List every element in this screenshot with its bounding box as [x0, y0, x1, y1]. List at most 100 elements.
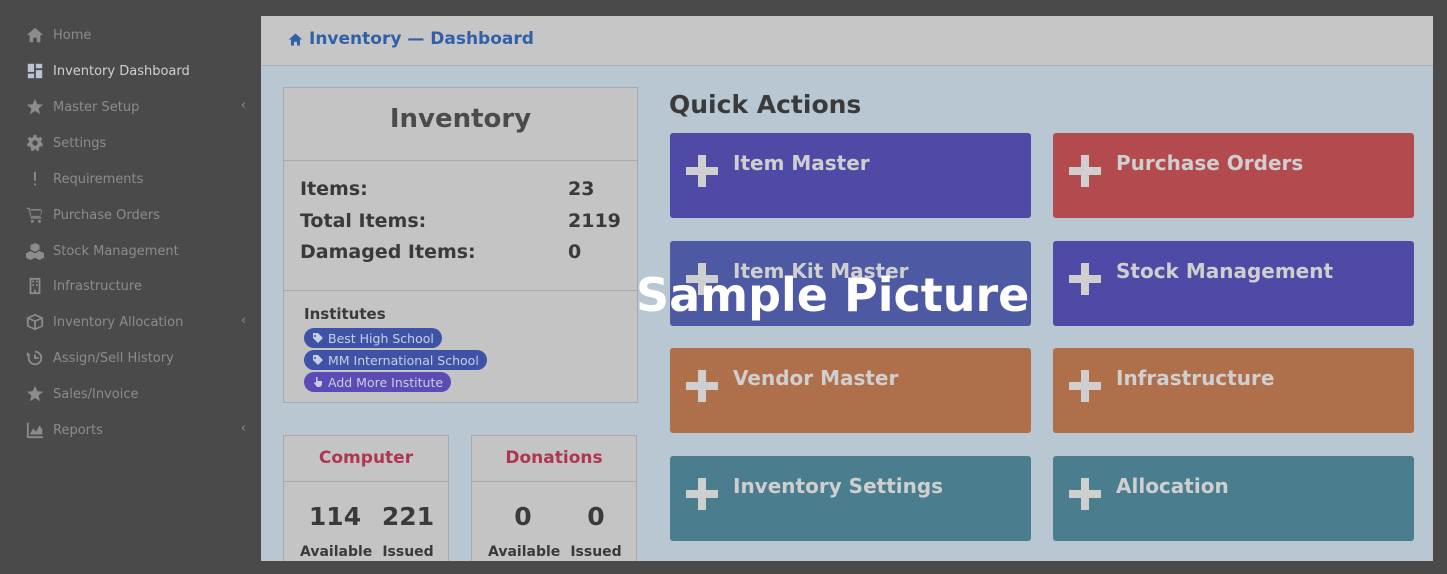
inventory-summary-card: Inventory Items: 23 Total Items: 2119 Da… — [283, 87, 638, 403]
breadcrumb[interactable]: Inventory — Dashboard — [288, 29, 534, 49]
tag-icon — [312, 332, 324, 344]
institute-tag-label: MM International School — [328, 352, 479, 368]
available-count: 114 — [308, 502, 362, 531]
stat-label: Total Items: — [300, 210, 427, 232]
sidebar-item-label: Inventory Allocation — [53, 314, 184, 330]
available-count: 0 — [514, 502, 532, 531]
quick-action-label: Item Master — [733, 151, 870, 175]
stat-label: Damaged Items: — [300, 241, 476, 263]
computer-card: Computer 114 221 Available Issued — [283, 435, 449, 561]
breadcrumb-text: Inventory — Dashboard — [309, 29, 534, 49]
sidebar-item-label: Stock Management — [53, 243, 179, 259]
exclamation-icon — [24, 169, 46, 189]
star-icon — [24, 97, 46, 117]
institutes-section: Institutes Best High School MM Internati… — [284, 290, 637, 403]
history-icon — [24, 348, 46, 368]
available-label: Available — [300, 544, 373, 560]
cubes-icon — [24, 241, 46, 261]
sidebar-item-label: Infrastructure — [53, 278, 142, 294]
home-icon — [288, 32, 303, 47]
mini-card-title: Donations — [472, 436, 636, 482]
chart-icon — [24, 420, 46, 440]
stat-row-damaged-items: Damaged Items: 0 — [300, 241, 620, 263]
sidebar-item-purchase-orders[interactable]: Purchase Orders — [24, 203, 252, 227]
sidebar-item-label: Purchase Orders — [53, 207, 160, 223]
stat-value: 2119 — [568, 210, 621, 232]
chevron-left-icon[interactable]: ‹ — [241, 421, 246, 436]
issued-label: Issued — [382, 544, 434, 560]
institute-tag-label: Best High School — [328, 330, 434, 346]
quick-action-label: Stock Management — [1116, 259, 1334, 283]
sidebar-item-requirements[interactable]: Requirements — [24, 167, 252, 191]
quick-action-label: Allocation — [1116, 474, 1229, 498]
institute-tag[interactable]: MM International School — [304, 350, 487, 370]
add-more-institute-button[interactable]: Add More Institute — [304, 372, 452, 392]
box-icon — [24, 312, 46, 332]
plus-icon — [686, 155, 718, 187]
plus-icon — [1069, 370, 1101, 402]
available-label: Available — [488, 544, 561, 560]
sidebar-item-infrastructure[interactable]: Infrastructure — [24, 274, 252, 298]
chevron-left-icon[interactable]: ‹ — [241, 313, 246, 328]
inventory-settings-button[interactable]: Inventory Settings — [670, 456, 1031, 541]
stat-value: 23 — [568, 178, 595, 200]
mini-card-title: Computer — [284, 436, 448, 482]
hand-pointer-icon — [312, 376, 324, 388]
sidebar-item-label: Master Setup — [53, 99, 140, 115]
stat-row-items: Items: 23 — [300, 178, 620, 200]
sidebar-item-label: Settings — [53, 135, 107, 151]
building-icon — [24, 276, 46, 296]
quick-actions-title: Quick Actions — [669, 90, 862, 119]
sidebar-item-settings[interactable]: Settings — [24, 131, 252, 155]
plus-icon — [686, 478, 718, 510]
sidebar-item-assign-sell-history[interactable]: Assign/Sell History — [24, 346, 252, 370]
vendor-master-button[interactable]: Vendor Master — [670, 348, 1031, 433]
stat-row-total-items: Total Items: 2119 — [300, 210, 621, 232]
sidebar-item-home[interactable]: Home — [24, 23, 252, 47]
institutes-label: Institutes — [304, 305, 386, 323]
stock-management-button[interactable]: Stock Management — [1053, 241, 1414, 326]
tag-icon — [312, 354, 324, 366]
gear-icon — [24, 133, 46, 153]
stat-label: Items: — [300, 178, 368, 200]
sidebar-item-label: Requirements — [53, 171, 144, 187]
chevron-left-icon[interactable]: ‹ — [241, 98, 246, 113]
issued-label: Issued — [570, 544, 622, 560]
institute-tag[interactable]: Best High School — [304, 328, 442, 348]
infrastructure-button[interactable]: Infrastructure — [1053, 348, 1414, 433]
sidebar-item-master-setup[interactable]: Master Setup ‹ — [24, 95, 252, 119]
allocation-button[interactable]: Allocation — [1053, 456, 1414, 541]
quick-action-label: Vendor Master — [733, 366, 899, 390]
quick-action-label: Inventory Settings — [733, 474, 944, 498]
dashboard-icon — [24, 61, 46, 81]
sidebar-item-inventory-allocation[interactable]: Inventory Allocation ‹ — [24, 310, 252, 334]
sidebar-item-label: Reports — [53, 422, 103, 438]
item-master-button[interactable]: Item Master — [670, 133, 1031, 218]
breadcrumb-bar: Inventory — Dashboard — [261, 16, 1433, 66]
quick-action-label: Infrastructure — [1116, 366, 1275, 390]
issued-count: 221 — [381, 502, 435, 531]
watermark: Sample Picture — [636, 268, 1030, 322]
plus-icon — [1069, 263, 1101, 295]
issued-count: 0 — [587, 502, 605, 531]
sidebar-item-label: Sales/Invoice — [53, 386, 139, 402]
donations-card: Donations 0 0 Available Issued — [471, 435, 637, 561]
sidebar-item-label: Assign/Sell History — [53, 350, 174, 366]
sidebar-item-reports[interactable]: Reports ‹ — [24, 418, 252, 442]
add-more-institute-label: Add More Institute — [328, 374, 444, 390]
sidebar: Home Inventory Dashboard Master Setup ‹ … — [0, 0, 261, 574]
plus-icon — [686, 370, 718, 402]
plus-icon — [1069, 155, 1101, 187]
plus-icon — [1069, 478, 1101, 510]
cart-icon — [24, 205, 46, 225]
sidebar-item-stock-management[interactable]: Stock Management — [24, 239, 252, 263]
inventory-card-title: Inventory — [284, 88, 637, 161]
sidebar-item-label: Inventory Dashboard — [53, 63, 190, 79]
star-icon — [24, 384, 46, 404]
quick-action-label: Purchase Orders — [1116, 151, 1304, 175]
purchase-orders-button[interactable]: Purchase Orders — [1053, 133, 1414, 218]
sidebar-item-sales-invoice[interactable]: Sales/Invoice — [24, 382, 252, 406]
sidebar-item-label: Home — [53, 27, 92, 43]
home-icon — [24, 25, 46, 45]
sidebar-item-inventory-dashboard[interactable]: Inventory Dashboard — [24, 59, 252, 83]
